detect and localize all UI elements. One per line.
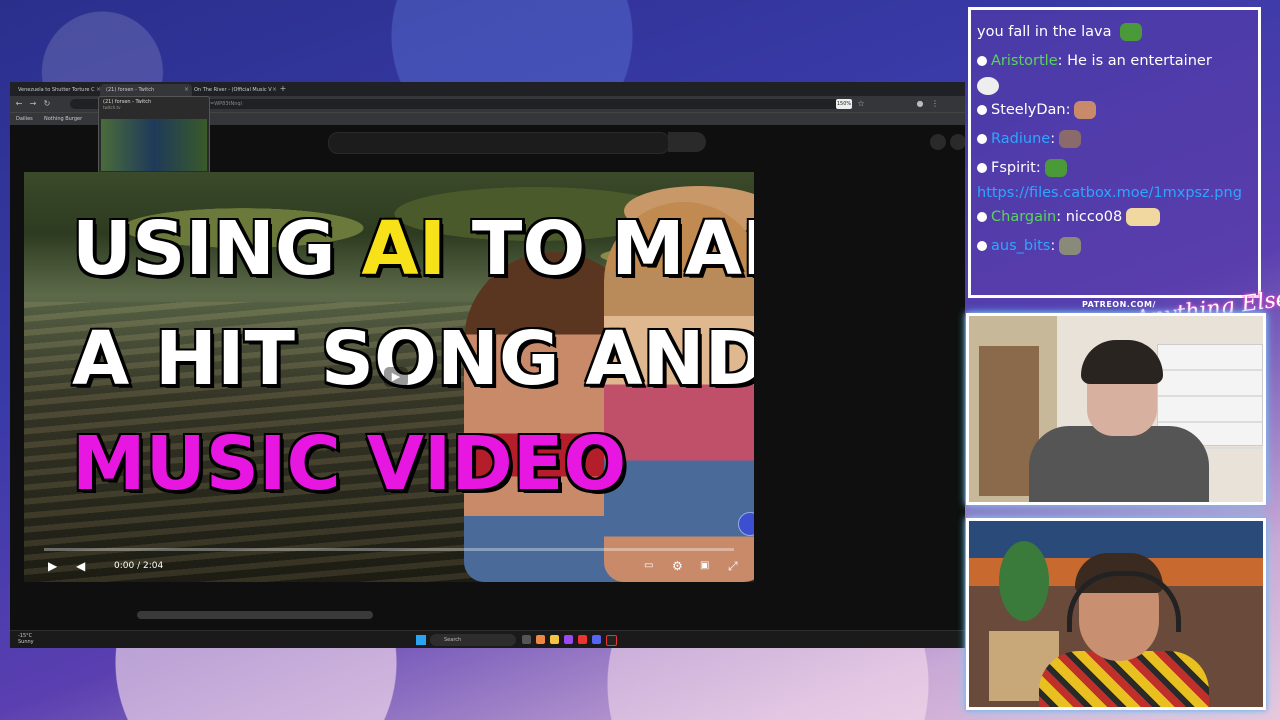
avatar[interactable] — [930, 134, 946, 150]
url-text: =WP83tNnql — [210, 101, 242, 107]
tab-label: Venezuela to Shutter Torture C — [18, 87, 95, 93]
menu-icon[interactable]: ⋮ — [930, 99, 940, 109]
file-explorer-icon[interactable] — [550, 635, 559, 644]
sub-badge-icon — [977, 241, 987, 251]
center-play-icon[interactable]: ▶ — [384, 367, 408, 387]
time-display: 0:00 / 2:04 — [114, 561, 164, 571]
emote-icon — [1059, 130, 1082, 148]
chat-message: Aristortle: He is an entertainer — [977, 47, 1252, 76]
chat-message: https://files.catbox.moe/1mxpsz.png — [977, 183, 1252, 203]
tab-label: (21) forsen - Twitch — [106, 87, 155, 93]
frog-emote-icon — [1044, 159, 1067, 177]
chat-username[interactable]: aus_bits — [991, 238, 1050, 254]
preview-thumbnail — [101, 119, 207, 171]
task-view-icon[interactable] — [522, 635, 531, 644]
tab-label: On The River - (Official Music V — [194, 87, 272, 93]
app-icon[interactable] — [578, 635, 587, 644]
screen-capture: Venezuela to Shutter Torture C × (21) for… — [10, 82, 965, 648]
sub-badge-icon — [977, 212, 987, 222]
start-icon[interactable] — [416, 635, 426, 645]
browser-tab-bar: Venezuela to Shutter Torture C × (21) for… — [10, 82, 965, 96]
browser-icon[interactable] — [536, 635, 545, 644]
back-icon[interactable]: ← — [14, 99, 24, 109]
chat-text: you fall in the lava — [977, 24, 1112, 40]
volume-icon[interactable]: ◀ — [76, 558, 85, 574]
chat-message: you fall in the lava — [977, 18, 1252, 47]
emote-icon — [1126, 208, 1161, 226]
notification-icon[interactable] — [950, 134, 965, 150]
chat-username[interactable]: Aristortle — [991, 53, 1058, 69]
extension-icon[interactable]: ● — [915, 99, 925, 109]
horizontal-scrollbar[interactable] — [137, 611, 373, 619]
headline-highlight: AI — [360, 206, 448, 292]
headline-text: TO MAKE — [470, 206, 754, 292]
face-emote-icon — [1074, 101, 1097, 119]
cam-person-hair — [1081, 340, 1163, 384]
chat-message — [977, 76, 1252, 96]
tab-hover-preview: (21) forsen - Twitch twitch.tv — [98, 96, 210, 174]
headline-line1: USING AI TO MAKE — [70, 211, 754, 288]
webcam-top — [966, 313, 1266, 505]
chat-username[interactable]: Chargain — [991, 209, 1056, 225]
chat-message: Fspirit: — [977, 154, 1252, 183]
forward-icon[interactable]: → — [28, 99, 38, 109]
youtube-search-input[interactable] — [328, 132, 670, 154]
sub-badge-icon — [977, 163, 987, 173]
chat-message: Radiune: — [977, 125, 1252, 154]
star-icon[interactable]: ☆ — [856, 99, 866, 109]
discord-icon[interactable] — [592, 635, 601, 644]
search-icon[interactable] — [668, 132, 706, 152]
chat-username[interactable]: Radiune — [991, 131, 1050, 147]
preview-title: (21) forsen - Twitch — [103, 99, 152, 105]
emote-icon — [1059, 237, 1082, 255]
chat-message: Chargain: nicco08 — [977, 203, 1252, 232]
chat-message: SteelyDan: — [977, 96, 1252, 125]
bookmark-nothing-burger[interactable]: Nothing Burger — [44, 114, 82, 124]
chat-link[interactable]: https://files.catbox.moe/1mxpsz.png — [977, 183, 1252, 203]
chat-text: nicco08 — [1065, 209, 1123, 225]
headline-text: USING — [70, 206, 362, 292]
headline-line2: A HIT SONG AND — [70, 316, 754, 402]
taskbar: -15°C Sunny Search — [10, 630, 965, 648]
chat-text: He is an entertainer — [1067, 53, 1212, 69]
fullscreen-icon[interactable]: ⤢ — [728, 558, 738, 574]
theater-mode-icon[interactable]: ▣ — [700, 558, 709, 574]
settings-icon[interactable]: ⚙ — [672, 558, 683, 574]
sub-badge-icon — [977, 105, 987, 115]
weather-desc: Sunny — [18, 639, 34, 645]
chat-username[interactable]: SteelyDan — [991, 102, 1066, 118]
tab-venezuela[interactable]: Venezuela to Shutter Torture C × — [12, 84, 104, 96]
preview-subtitle: twitch.tv — [103, 105, 121, 110]
reload-icon[interactable]: ↻ — [42, 99, 52, 109]
chat-message: aus_bits: — [977, 232, 1252, 261]
chat-panel: you fall in the lava Aristortle: He is a… — [968, 7, 1261, 298]
tab-twitch[interactable]: (21) forsen - Twitch × — [100, 84, 192, 96]
webcam-bottom — [966, 518, 1266, 710]
new-tab-icon[interactable]: + — [278, 84, 288, 94]
zoom-indicator[interactable]: 150% — [836, 99, 852, 109]
obs-icon[interactable] — [606, 635, 617, 646]
sub-badge-icon — [977, 134, 987, 144]
captions-icon[interactable]: ▭ — [644, 558, 653, 574]
taskbar-search-input[interactable]: Search — [430, 634, 516, 646]
cam-person-body — [1029, 426, 1209, 502]
cam-plant — [999, 541, 1049, 621]
frog-emote-icon — [1120, 23, 1143, 41]
face-emote-icon — [977, 77, 999, 95]
app-icon[interactable] — [564, 635, 573, 644]
chat-username[interactable]: Fspirit — [991, 160, 1036, 176]
bookmark-dailies[interactable]: Dailies — [16, 114, 33, 124]
weather-widget[interactable]: -15°C Sunny — [18, 633, 34, 645]
close-icon[interactable]: × — [272, 84, 277, 96]
play-icon[interactable]: ▶ — [48, 558, 57, 574]
headline-line3: MUSIC VIDEO — [70, 421, 627, 507]
tab-youtube[interactable]: On The River - (Official Music V × — [188, 84, 280, 96]
progress-bar[interactable] — [44, 548, 734, 551]
video-player[interactable]: USING AI TO MAKE A HIT SONG AND MUSIC VI… — [24, 172, 754, 582]
sub-badge-icon — [977, 56, 987, 66]
